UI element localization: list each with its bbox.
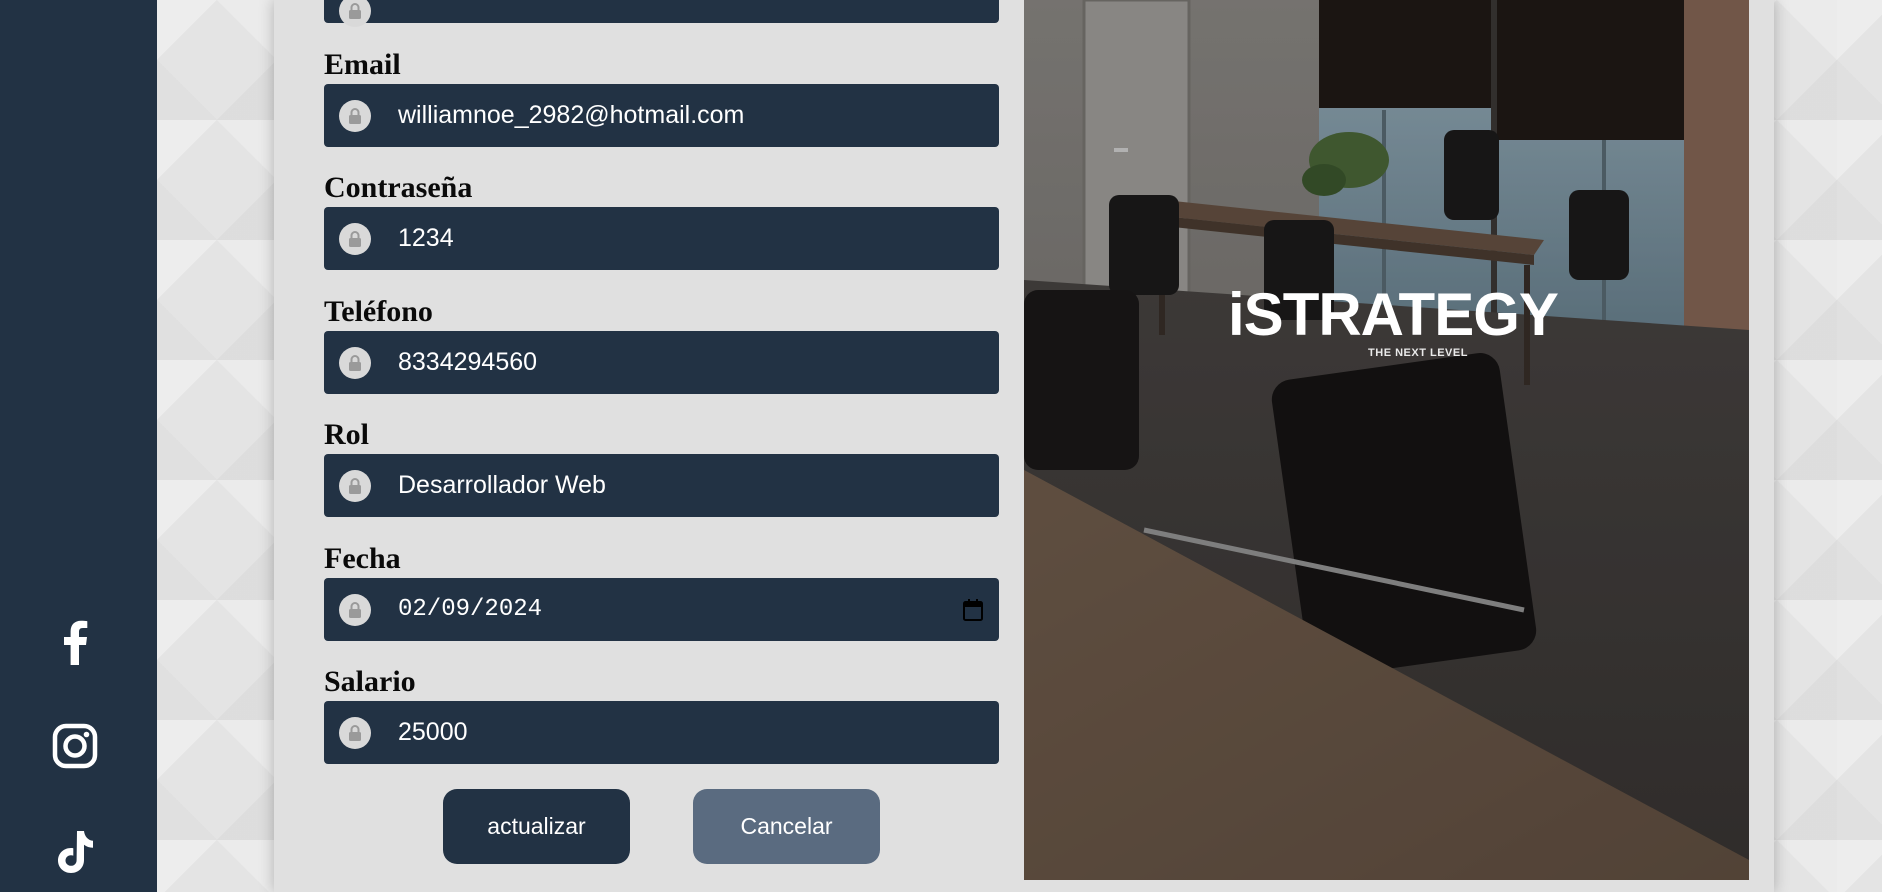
password-field[interactable] bbox=[324, 207, 999, 270]
phone-input[interactable] bbox=[398, 331, 999, 394]
partial-field[interactable] bbox=[324, 0, 999, 27]
email-field[interactable] bbox=[324, 84, 999, 147]
email-label: Email bbox=[324, 48, 401, 81]
salary-field[interactable] bbox=[324, 701, 999, 764]
phone-field[interactable] bbox=[324, 331, 999, 394]
calendar-icon[interactable] bbox=[961, 598, 985, 622]
lock-icon bbox=[339, 99, 371, 132]
role-input[interactable] bbox=[398, 454, 999, 517]
sidebar bbox=[0, 0, 157, 892]
password-label: Contraseña bbox=[324, 171, 473, 204]
update-button[interactable]: actualizar bbox=[443, 789, 630, 864]
salary-label: Salario bbox=[324, 665, 416, 698]
lock-icon bbox=[339, 593, 371, 626]
role-label: Rol bbox=[324, 418, 369, 451]
lock-icon bbox=[339, 346, 371, 379]
logo-tagline: THE NEXT LEVEL bbox=[1368, 347, 1468, 359]
phone-label: Teléfono bbox=[324, 295, 433, 328]
role-field[interactable] bbox=[324, 454, 999, 517]
cancel-button[interactable]: Cancelar bbox=[693, 789, 880, 864]
logo-text: iSTRATEGY bbox=[1228, 281, 1559, 348]
brand-logo: iSTRATEGY THE NEXT LEVEL bbox=[1228, 281, 1559, 360]
email-input[interactable] bbox=[398, 84, 999, 147]
facebook-icon[interactable] bbox=[48, 615, 102, 669]
lock-icon bbox=[339, 716, 371, 749]
password-input[interactable] bbox=[398, 207, 999, 270]
date-field[interactable] bbox=[324, 578, 999, 641]
lock-icon bbox=[339, 0, 371, 27]
lock-icon bbox=[339, 222, 371, 255]
date-input[interactable] bbox=[398, 578, 961, 641]
tiktok-icon[interactable] bbox=[48, 825, 102, 879]
salary-input[interactable] bbox=[398, 701, 999, 764]
lock-icon bbox=[339, 469, 371, 502]
date-label: Fecha bbox=[324, 542, 401, 575]
office-photo bbox=[1024, 0, 1749, 880]
instagram-icon[interactable] bbox=[48, 719, 102, 773]
